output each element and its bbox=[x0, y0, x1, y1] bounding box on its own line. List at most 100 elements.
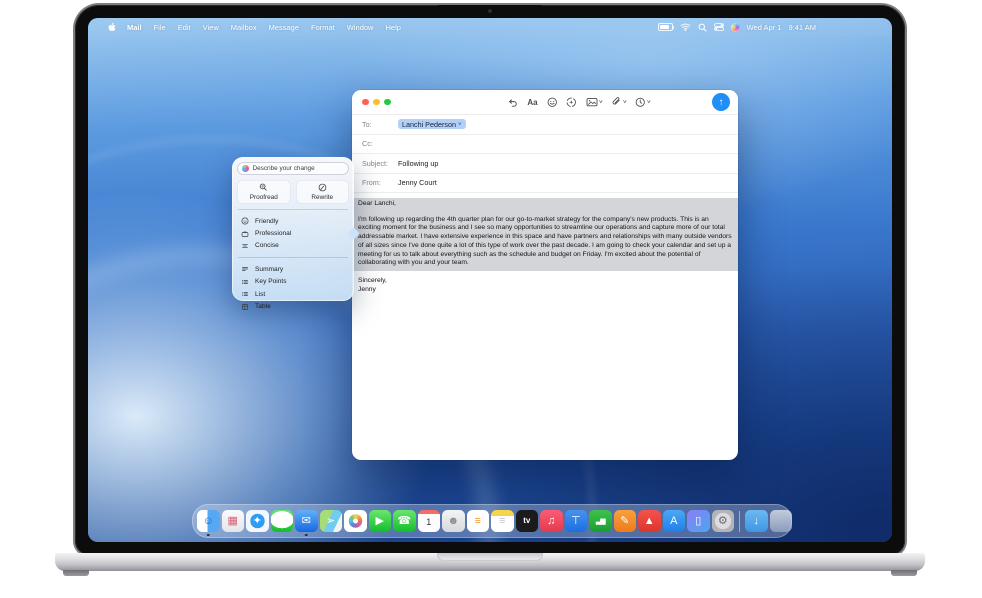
menu-mailbox[interactable]: Mailbox bbox=[225, 23, 263, 32]
dock-iphone-mirroring[interactable]: ▯ bbox=[687, 510, 710, 533]
dock: ☺▦✦✉➢▶☎1☻≡≡tv♫⊤▃▆✎▲A▯⚙ ↓ bbox=[192, 504, 792, 538]
dock-numbers[interactable]: ▃▆ bbox=[589, 510, 612, 533]
spotlight-search-icon[interactable] bbox=[698, 23, 707, 32]
writing-tools-item-professional[interactable]: Professional bbox=[237, 227, 349, 239]
rewrite-icon bbox=[317, 183, 327, 192]
apple-intelligence-icon[interactable] bbox=[566, 97, 577, 108]
dock-notes[interactable]: ≡ bbox=[491, 510, 514, 533]
dock-trash[interactable] bbox=[770, 510, 793, 533]
emoji-icon[interactable] bbox=[547, 97, 558, 108]
dock-launchpad[interactable]: ▦ bbox=[222, 510, 245, 533]
photo-browser-group[interactable]: ∨ bbox=[586, 97, 603, 107]
writing-tools-item-list[interactable]: List bbox=[237, 288, 349, 300]
minimize-button[interactable] bbox=[373, 99, 380, 106]
recipient-token[interactable]: Lanchi Pederson ∨ bbox=[398, 119, 466, 129]
dock-facetime[interactable]: ▶ bbox=[369, 510, 392, 533]
button-label: Rewrite bbox=[311, 194, 333, 201]
selected-text-block[interactable]: Dear Lanchi, I'm following up regarding … bbox=[352, 198, 738, 271]
menu-bar: Mail FileEditViewMailboxMessageFormatWin… bbox=[88, 18, 892, 36]
attachment-group[interactable]: ∨ bbox=[611, 97, 626, 108]
button-label: Proofread bbox=[250, 194, 278, 201]
dock-app-store[interactable]: A bbox=[663, 510, 686, 533]
dock-music[interactable]: ♫ bbox=[540, 510, 563, 533]
writing-tools-item-friendly[interactable]: Friendly bbox=[237, 215, 349, 227]
item-label: List bbox=[255, 291, 265, 298]
writing-tools-item-table[interactable]: Table bbox=[237, 300, 349, 312]
menubar-time[interactable]: 9:41 AM bbox=[788, 23, 816, 32]
summary-icon bbox=[240, 265, 250, 273]
menu-help[interactable]: Help bbox=[379, 23, 406, 32]
dock-mail[interactable]: ✉ bbox=[295, 510, 318, 533]
dock-maps[interactable]: ➢ bbox=[320, 510, 343, 533]
describe-change-input[interactable]: Describe your change bbox=[237, 162, 349, 175]
menubar-date[interactable]: Wed Apr 1 bbox=[747, 23, 782, 32]
dock-contacts[interactable]: ☻ bbox=[442, 510, 465, 533]
menu-window[interactable]: Window bbox=[341, 23, 380, 32]
undo-icon[interactable] bbox=[507, 97, 518, 108]
camera-notch bbox=[438, 5, 542, 18]
from-value: Jenny Court bbox=[398, 178, 437, 187]
menu-mail[interactable]: Mail bbox=[121, 23, 148, 32]
dock-phone[interactable]: ☎ bbox=[393, 510, 416, 533]
messages-icon bbox=[271, 510, 294, 533]
siri-icon[interactable] bbox=[731, 23, 740, 32]
display: Mail FileEditViewMailboxMessageFormatWin… bbox=[88, 18, 892, 542]
writing-tools-item-summary[interactable]: Summary bbox=[237, 263, 349, 275]
send-button[interactable]: ↑ bbox=[712, 93, 730, 111]
chevron-down-icon: ∨ bbox=[457, 121, 462, 127]
menu-edit[interactable]: Edit bbox=[172, 23, 197, 32]
mail-glyph: ✉ bbox=[302, 516, 311, 527]
send-arrow-icon: ↑ bbox=[719, 97, 724, 108]
control-center-icon[interactable] bbox=[714, 23, 724, 31]
from-field[interactable]: From: Jenny Court bbox=[352, 173, 738, 193]
table-icon bbox=[240, 303, 250, 311]
close-button[interactable] bbox=[362, 99, 369, 106]
dock-photos[interactable] bbox=[344, 510, 367, 533]
apple-logo-icon[interactable] bbox=[108, 22, 117, 32]
dock-messages[interactable] bbox=[271, 510, 294, 533]
wifi-icon[interactable] bbox=[680, 23, 691, 31]
dock-downloads-folder[interactable]: ↓ bbox=[745, 510, 768, 533]
screenshot-stage: { "menu_bar": { "items": ["Mail", "File"… bbox=[0, 0, 982, 598]
zoom-button[interactable] bbox=[384, 99, 391, 106]
rocket-app-glyph: ▲ bbox=[644, 516, 655, 527]
dock-pages[interactable]: ✎ bbox=[614, 510, 637, 533]
keypoints-icon bbox=[240, 278, 250, 286]
maps-glyph: ➢ bbox=[326, 516, 335, 527]
dock-keynote[interactable]: ⊤ bbox=[565, 510, 588, 533]
recipient-name: Lanchi Pederson bbox=[402, 120, 456, 129]
format-text-button[interactable]: Aa bbox=[527, 98, 537, 107]
dock-safari[interactable]: ✦ bbox=[246, 510, 269, 533]
dock-rocket-app[interactable]: ▲ bbox=[638, 510, 661, 533]
macbook-base bbox=[55, 553, 925, 571]
header-fields: To: Lanchi Pederson ∨ Cc: Subject: Follo… bbox=[352, 114, 738, 192]
menu-view[interactable]: View bbox=[197, 23, 225, 32]
writing-tools-item-key-points[interactable]: Key Points bbox=[237, 276, 349, 288]
item-label: Summary bbox=[255, 266, 283, 273]
send-later-clock-icon bbox=[635, 97, 646, 108]
proofread-button[interactable]: Proofread bbox=[237, 180, 291, 204]
window-titlebar[interactable]: Aa ∨ ∨ bbox=[352, 90, 738, 114]
subject-field[interactable]: Subject: Following up bbox=[352, 153, 738, 173]
rewrite-button[interactable]: Rewrite bbox=[296, 180, 350, 204]
menu-format[interactable]: Format bbox=[305, 23, 341, 32]
dock-system-settings[interactable]: ⚙ bbox=[712, 510, 735, 533]
dock-divider bbox=[739, 511, 740, 532]
friendly-icon bbox=[240, 217, 250, 225]
item-label: Professional bbox=[255, 230, 291, 237]
message-body[interactable]: Dear Lanchi, I'm following up regarding … bbox=[352, 192, 738, 294]
facetime-glyph: ▶ bbox=[376, 516, 384, 527]
writing-tools-item-concise[interactable]: Concise bbox=[237, 240, 349, 252]
dock-reminders[interactable]: ≡ bbox=[467, 510, 490, 533]
dock-finder[interactable]: ☺ bbox=[197, 510, 220, 533]
lid-lift-notch bbox=[437, 553, 543, 561]
dock-calendar[interactable]: 1 bbox=[418, 510, 441, 533]
dock-tv[interactable]: tv bbox=[516, 510, 539, 533]
menu-message[interactable]: Message bbox=[263, 23, 305, 32]
send-later-group[interactable]: ∨ bbox=[635, 97, 650, 108]
writing-tools-buttons: Proofread Rewrite bbox=[237, 180, 349, 204]
battery-icon[interactable] bbox=[658, 23, 673, 31]
cc-field[interactable]: Cc: bbox=[352, 134, 738, 154]
to-field[interactable]: To: Lanchi Pederson ∨ bbox=[352, 114, 738, 134]
menu-file[interactable]: File bbox=[148, 23, 172, 32]
